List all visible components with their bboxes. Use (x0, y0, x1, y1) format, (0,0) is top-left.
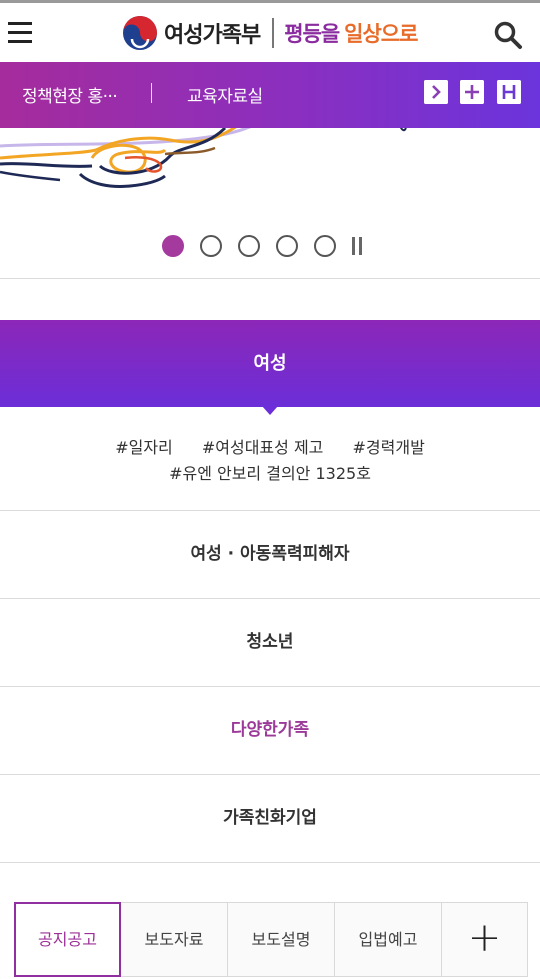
slogan-part2: 일상으로 (344, 22, 418, 46)
more-plus-button[interactable]: + (442, 902, 528, 977)
category-item-family-friendly[interactable]: 가족친화기업 (0, 775, 540, 862)
category-item-violence-victims[interactable]: 여성 · 아동폭력피해자 (0, 511, 540, 598)
tag-un-resolution-1325[interactable]: #유엔 안보리 결의안 1325호 (169, 464, 371, 483)
category-item-youth[interactable]: 청소년 (0, 599, 540, 686)
divider (0, 278, 540, 279)
tab-press-releases[interactable]: 보도자료 (121, 902, 228, 977)
logo-divider (272, 18, 275, 48)
pause-icon[interactable] (350, 236, 364, 256)
tag-row-1: #일자리 #여성대표성 제고 #경력개발 (0, 434, 540, 458)
slider-pagination (162, 234, 364, 258)
tag-jobs[interactable]: #일자리 (115, 438, 173, 457)
tab-press-explanations[interactable]: 보도설명 (228, 902, 335, 977)
subnav-link-policy[interactable]: 정책현장 홍··· (22, 82, 118, 107)
category-caret-icon (262, 406, 278, 415)
home-h-icon[interactable] (497, 80, 521, 104)
slide-dot-4[interactable] (276, 235, 298, 257)
search-icon[interactable] (492, 19, 524, 51)
slide-dot-5[interactable] (314, 235, 336, 257)
header: 여성가족부 평등을 일상으로 (0, 3, 540, 62)
taegeuk-emblem-icon (123, 16, 157, 50)
sub-navigation-bar: 정책현장 홍··· 교육자료실 (0, 62, 540, 128)
ministry-logo[interactable]: 여성가족부 평등을 일상으로 (122, 14, 418, 52)
slide-dot-3[interactable] (238, 235, 260, 257)
slogan-part1: 평등을 (284, 22, 340, 46)
divider (0, 862, 540, 863)
tab-notices[interactable]: 공지공고 (14, 902, 121, 977)
subnav-divider (151, 83, 152, 103)
hamburger-menu-icon[interactable] (6, 20, 34, 46)
slogan: 평등을 일상으로 (284, 18, 418, 48)
category-tab-women[interactable]: 여성 (0, 320, 540, 407)
next-arrow-icon[interactable] (424, 80, 448, 104)
category-item-diverse-families[interactable]: 다양한가족 (0, 687, 540, 774)
tab-legislative-notices[interactable]: 입법예고 (335, 902, 442, 977)
category-title: 여성 (253, 353, 287, 374)
slide-dot-2[interactable] (200, 235, 222, 257)
notice-tabs: 공지공고 보도자료 보도설명 입법예고 + (14, 902, 528, 977)
subnav-link-education[interactable]: 교육자료실 (187, 82, 263, 107)
tag-row-2: #유엔 안보리 결의안 1325호 (0, 460, 540, 484)
banner-illustration[interactable] (0, 128, 540, 206)
org-name: 여성가족부 (164, 23, 261, 48)
tag-career-development[interactable]: #경력개발 (353, 438, 425, 457)
slide-dot-1[interactable] (162, 235, 184, 257)
tag-women-representation[interactable]: #여성대표성 제고 (202, 438, 324, 457)
plus-icon[interactable] (460, 80, 484, 104)
